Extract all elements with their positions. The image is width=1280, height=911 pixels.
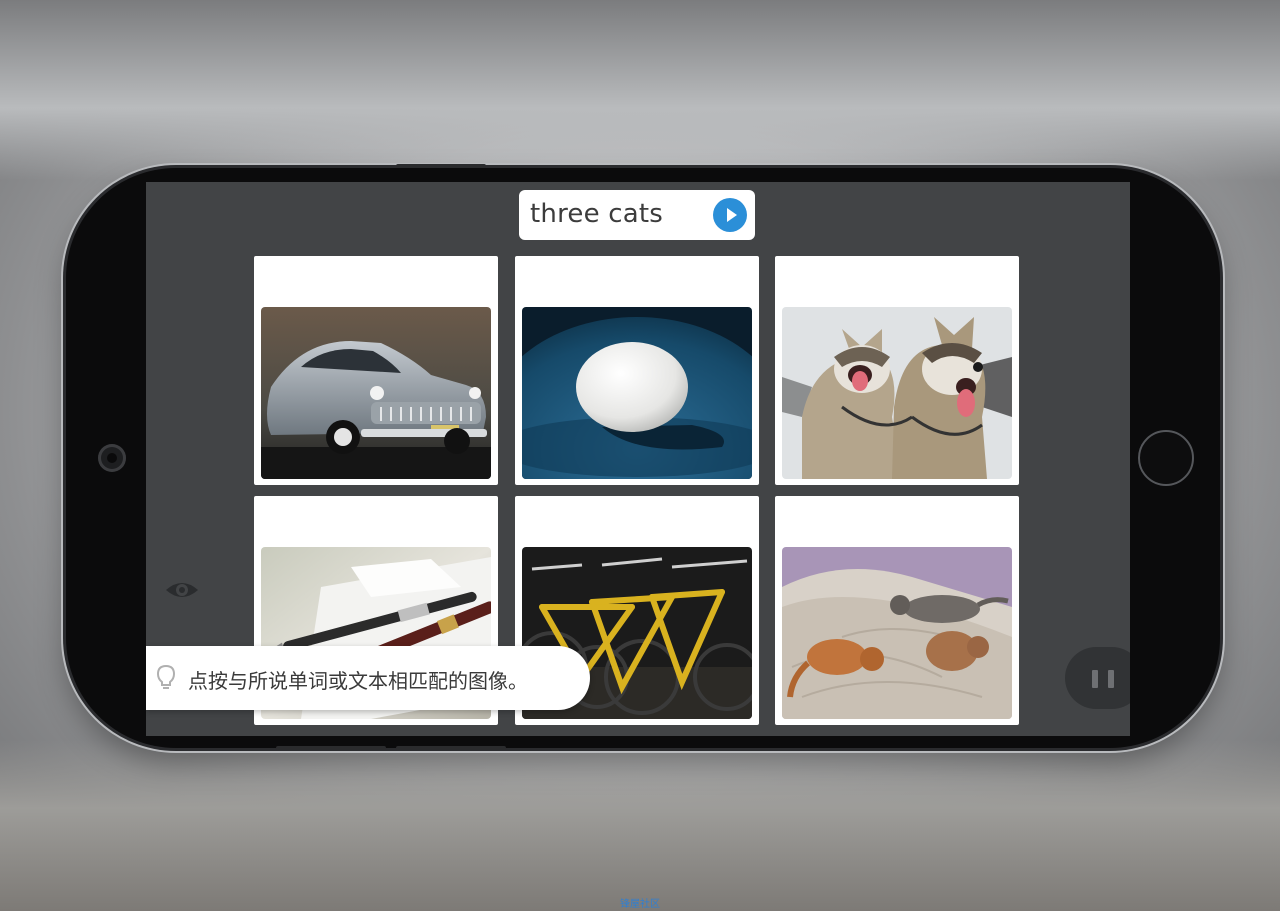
lightbulb-icon	[156, 664, 176, 689]
egg-photo	[522, 307, 752, 479]
hint-text: 点按与所说单词或文本相匹配的图像。	[188, 669, 528, 693]
answer-card-car[interactable]	[254, 256, 498, 485]
phone-side-button	[276, 746, 386, 750]
answer-card-cats[interactable]	[775, 496, 1019, 725]
background-top	[0, 0, 1280, 180]
prompt-card: three cats	[519, 190, 755, 240]
background-bottom	[0, 740, 1280, 911]
pause-bar	[1092, 670, 1098, 688]
home-button[interactable]	[1138, 430, 1194, 486]
phone-side-button	[396, 746, 506, 750]
phone-side-button	[396, 164, 486, 168]
pause-bar	[1108, 670, 1114, 688]
answer-card-dogs[interactable]	[775, 256, 1019, 485]
prompt-text: three cats	[530, 199, 664, 229]
play-icon[interactable]	[713, 198, 747, 232]
watermark: 锋屋社区	[620, 899, 660, 910]
answer-card-egg[interactable]	[515, 256, 759, 485]
cats-photo	[782, 547, 1012, 719]
car-photo	[261, 307, 491, 479]
hint-banner: 点按与所说单词或文本相匹配的图像。	[146, 646, 590, 710]
front-camera	[98, 444, 126, 472]
eye-icon[interactable]	[158, 566, 206, 614]
app-screen: three cats 点按与所说单词或文本相匹配的图像。	[146, 182, 1130, 736]
pause-icon[interactable]	[1065, 647, 1130, 709]
dogs-photo	[782, 307, 1012, 479]
